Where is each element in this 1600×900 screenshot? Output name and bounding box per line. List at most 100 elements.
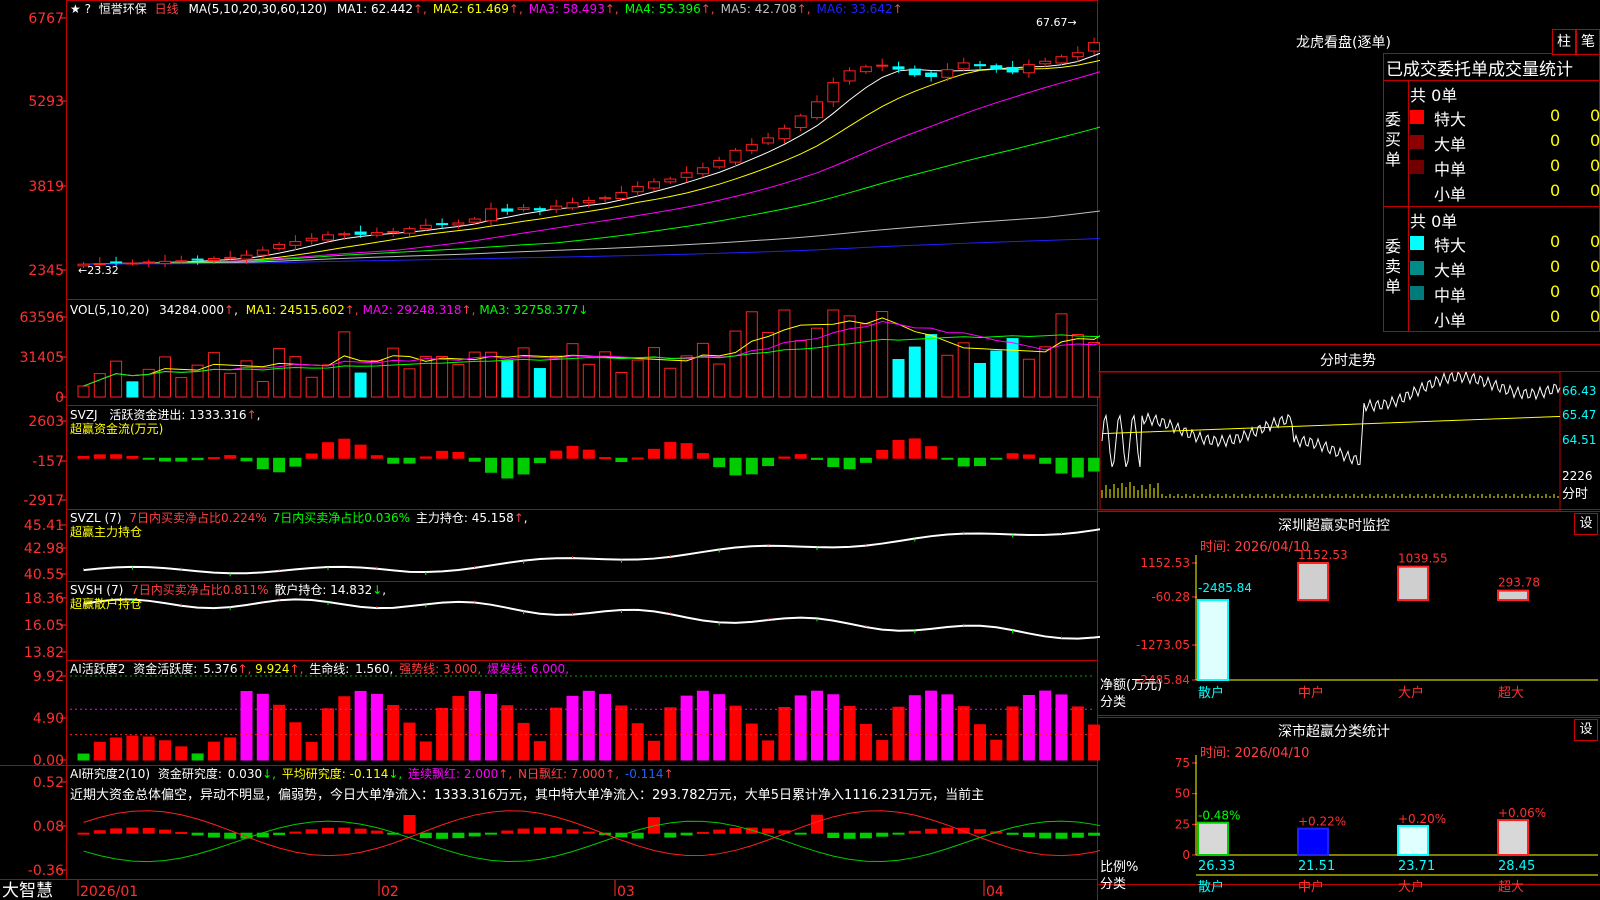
ai2-bar [289, 831, 302, 834]
period-label[interactable]: 日线 [155, 2, 179, 16]
star-icon[interactable]: ★ [70, 2, 81, 16]
question-icon[interactable]: ? [85, 2, 91, 16]
ai1-bar [1006, 706, 1019, 761]
ai1-bar [582, 690, 595, 761]
ma-legend-ma6: MA6: 33.642 [817, 2, 893, 16]
order-pct: 0% [1590, 181, 1600, 200]
svzj-bar [762, 457, 775, 467]
svzj-bar [452, 451, 465, 459]
buy-total: 共 0单 [1410, 86, 1458, 105]
volume-bar [876, 310, 889, 398]
ai2-bar [696, 831, 709, 834]
ai1-bar [501, 705, 514, 761]
classify-bar-value: 23.71 [1398, 859, 1435, 874]
ai1-bar [680, 695, 693, 761]
ai1-bar [957, 706, 970, 761]
ai2-bar [941, 827, 954, 834]
vol-params: VOL(5,10,20) [70, 303, 149, 317]
volume-bar [126, 381, 139, 398]
svzj-bar [908, 438, 921, 459]
dragon-title: 龙虎看盘(逐单) [1296, 35, 1391, 51]
volume-bar [680, 355, 693, 398]
ai1-bar [207, 741, 220, 761]
ai-research-panel [77, 810, 1100, 863]
vol-y-tick: 63596 [19, 310, 64, 326]
order-stats-title: 已成交委托单成交量统计 [1386, 60, 1573, 80]
candle-body [370, 232, 383, 236]
svzj-bar [664, 441, 677, 459]
svzj-bar [224, 455, 237, 459]
svzj-bar [599, 457, 612, 460]
svzl-y-tick: 42.98 [24, 541, 64, 557]
minute-chart[interactable]: 66.43 65.47 64.51 2226 分时 [1098, 372, 1600, 512]
tab-tick-view[interactable]: 笔 [1576, 29, 1600, 55]
svzj-bar [419, 456, 432, 459]
order-value: 0 [1550, 257, 1561, 276]
ai1-bar [664, 707, 677, 761]
tab-bar-view[interactable]: 柱 [1552, 29, 1576, 55]
svzj-bar [680, 443, 693, 459]
svzj-bar [941, 457, 954, 460]
ai2-bar [811, 814, 823, 834]
ma-legend-ma1: MA1: 62.442 [337, 2, 413, 16]
classify-bar [1397, 824, 1429, 856]
candle-body [240, 254, 253, 260]
ai1-v2: 9.924 [255, 662, 289, 676]
svsh-name: SVSH (7) [70, 583, 123, 597]
ai2-bar [1039, 832, 1052, 839]
volume-bar [957, 342, 970, 398]
order-value: 0 [1550, 181, 1561, 200]
volume-bar [322, 364, 334, 398]
svzj-name: SVZJ [70, 408, 98, 422]
order-label: 大单 [1434, 135, 1467, 154]
volume-bar [599, 351, 612, 398]
ai2-value: 0.030 [228, 767, 262, 781]
ai1-bar [599, 694, 612, 761]
svzl-line [83, 528, 1100, 575]
ai2-bar [370, 830, 383, 834]
candle-body [648, 181, 660, 189]
svzj-bar [77, 456, 90, 459]
volume-bar [1006, 338, 1019, 398]
minute-title: 分时走势 [1320, 353, 1376, 369]
order-label: 特大 [1434, 110, 1467, 129]
svzj-bar [322, 442, 334, 459]
svsh-arrow: ↓ [372, 583, 382, 597]
ai1-bar [941, 694, 954, 761]
monitor-settings-button[interactable]: 设 [1574, 513, 1598, 535]
svsh-y-tick: 13.82 [24, 645, 64, 661]
volume-bar [941, 354, 954, 398]
volume-bar [990, 350, 1003, 398]
candle-body [224, 256, 237, 259]
svsh-line [83, 598, 1100, 640]
ai1-bar [175, 746, 188, 761]
ai1-bar [452, 696, 465, 761]
ma-legend-ma3: MA3: 58.493 [529, 2, 605, 16]
monitor-cat-label: 大户 [1398, 685, 1424, 701]
svzj-bar [533, 457, 546, 464]
classify-bar-value: 28.45 [1498, 859, 1535, 874]
ai1-bar [338, 696, 351, 761]
svzj-bar [582, 449, 595, 459]
candle-body [1039, 60, 1052, 65]
ai1-burst-line: 爆发线: 6.000 [487, 661, 565, 676]
volume-bar [778, 309, 791, 398]
order-swatch [1410, 261, 1424, 275]
kline-chart-area[interactable]: 6767 5293 3819 2345 63596 31405 0 2603 -157 -2917… [0, 0, 1100, 900]
ai2-bar [191, 832, 204, 836]
ai1-bar [517, 722, 530, 761]
ai1-bar [110, 737, 123, 761]
classify-axis-label: 比例% [1100, 860, 1138, 875]
ai1-bar [387, 704, 400, 761]
price-header: ★ ? 恒誉环保 日线 MA(5,10,20,30,60,120) MA1: 6… [70, 2, 903, 16]
candle-body [794, 115, 807, 128]
candle-body [696, 167, 709, 175]
ma-legend-ma4: MA4: 55.396 [625, 2, 701, 16]
svzj-bar [93, 454, 106, 459]
ai1-bar [794, 695, 807, 761]
ai2-bar [631, 832, 644, 839]
vol-value: 34284.000 [159, 303, 224, 317]
ai-activity-panel [70, 675, 1100, 761]
volume-bar [925, 334, 938, 398]
ai1-bar [631, 723, 644, 761]
